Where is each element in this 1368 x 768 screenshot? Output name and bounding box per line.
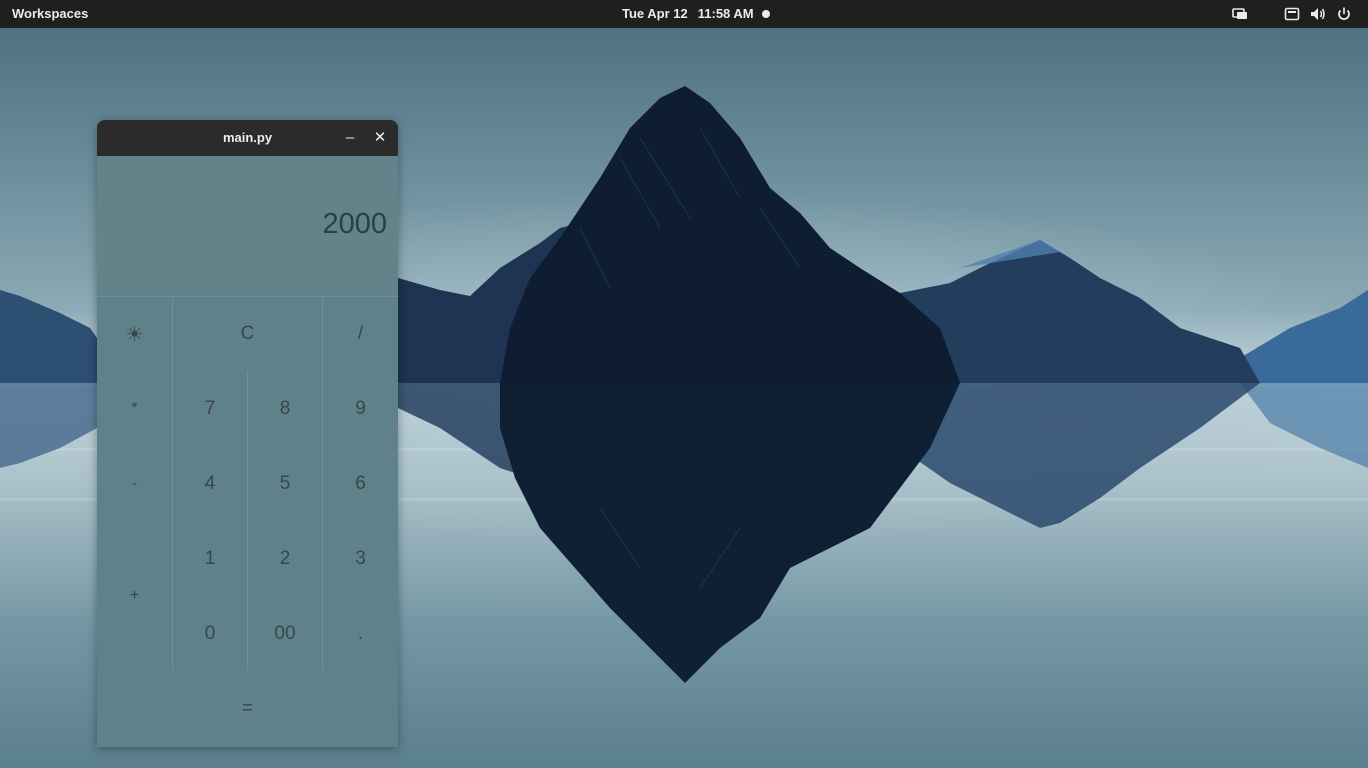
notification-dot-icon bbox=[762, 10, 770, 18]
equals-button[interactable]: = bbox=[97, 671, 398, 747]
minimize-button[interactable]: – bbox=[340, 128, 360, 148]
window-titlebar[interactable]: main.py – ✕ bbox=[97, 120, 398, 156]
digit-8-button[interactable]: 8 bbox=[247, 371, 323, 447]
digit-6-button[interactable]: 6 bbox=[322, 446, 398, 522]
calculator-display: 2000 bbox=[97, 156, 398, 296]
screen-share-icon[interactable] bbox=[1232, 6, 1248, 22]
close-button[interactable]: ✕ bbox=[370, 128, 390, 148]
digit-7-button[interactable]: 7 bbox=[172, 371, 248, 447]
digit-2-button[interactable]: 2 bbox=[247, 521, 323, 597]
multiply-button[interactable]: * bbox=[97, 371, 173, 447]
plus-button[interactable]: + bbox=[97, 521, 173, 672]
sun-icon: ☀ bbox=[125, 323, 144, 346]
calculator-window: main.py – ✕ 2000 ☀ C / * 7 8 9 - 4 5 6 +… bbox=[97, 120, 398, 747]
digit-5-button[interactable]: 5 bbox=[247, 446, 323, 522]
clock-time: 11:58 AM bbox=[697, 6, 754, 21]
decimal-button[interactable]: . bbox=[322, 596, 398, 672]
clock-date: Tue Apr 12 bbox=[622, 6, 688, 21]
theme-toggle-button[interactable]: ☀ bbox=[97, 296, 173, 372]
keyboard-icon[interactable] bbox=[1284, 6, 1300, 22]
power-icon[interactable] bbox=[1336, 6, 1352, 22]
top-panel: Workspaces Tue Apr 12 11:58 AM bbox=[0, 0, 1368, 28]
clock[interactable]: Tue Apr 12 11:58 AM bbox=[622, 0, 754, 28]
double-zero-button[interactable]: 00 bbox=[247, 596, 323, 672]
divide-button[interactable]: / bbox=[322, 296, 398, 372]
digit-3-button[interactable]: 3 bbox=[322, 521, 398, 597]
display-value: 2000 bbox=[322, 208, 387, 240]
digit-0-button[interactable]: 0 bbox=[172, 596, 248, 672]
digit-9-button[interactable]: 9 bbox=[322, 371, 398, 447]
digit-1-button[interactable]: 1 bbox=[172, 521, 248, 597]
workspaces-button[interactable]: Workspaces bbox=[12, 0, 88, 28]
calculator-body: 2000 ☀ C / * 7 8 9 - 4 5 6 + 1 2 3 0 00 … bbox=[97, 156, 398, 747]
minus-button[interactable]: - bbox=[97, 446, 173, 522]
volume-icon[interactable] bbox=[1310, 6, 1326, 22]
digit-4-button[interactable]: 4 bbox=[172, 446, 248, 522]
clear-button[interactable]: C bbox=[172, 296, 323, 372]
